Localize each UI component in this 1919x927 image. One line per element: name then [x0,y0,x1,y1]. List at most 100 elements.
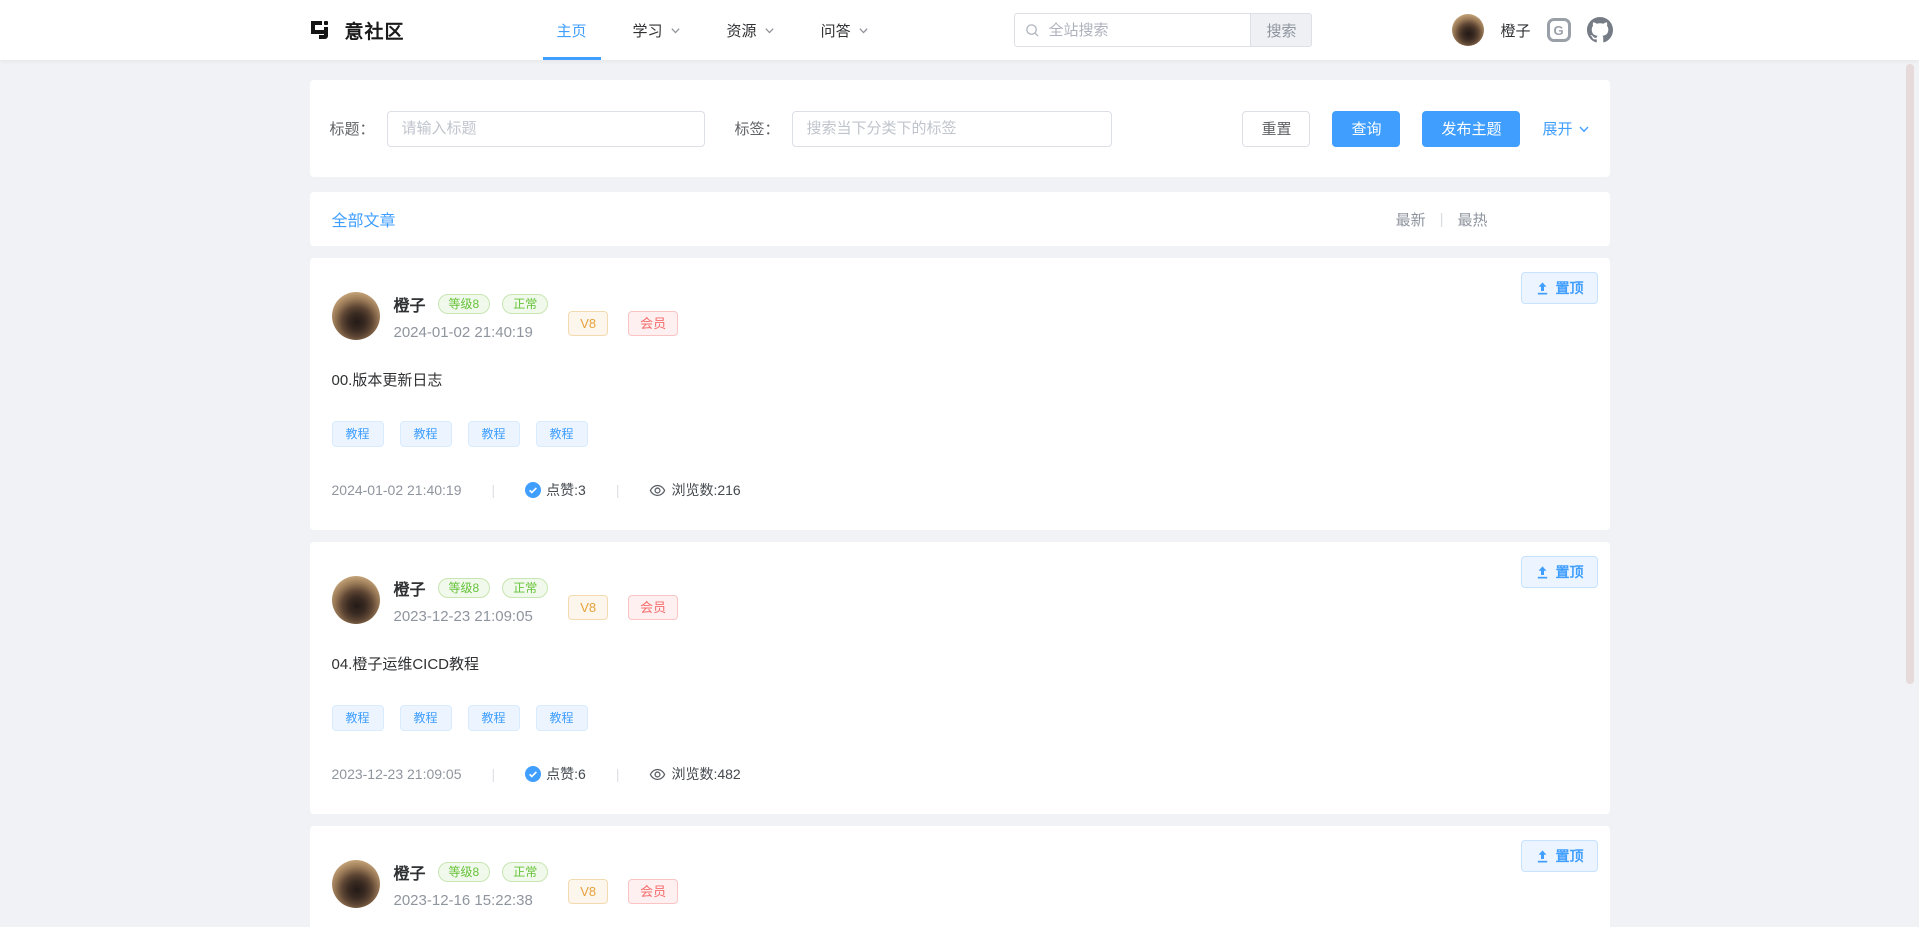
member-badge: 会员 [628,311,678,336]
pin-up-icon [1535,565,1550,580]
author-name[interactable]: 橙子 [394,292,426,316]
author-name[interactable]: 橙子 [394,860,426,884]
post-tag[interactable]: 教程 [536,421,588,447]
title-filter-label: 标题： [330,118,375,139]
status-badge: 正常 [502,294,548,314]
pin-button-label: 置顶 [1556,278,1584,298]
filter-bar: 标题： 标签： 重置 查询 发布主题 展开 [310,80,1610,177]
main-nav: 主页 学习 资源 问答 [557,0,869,60]
search-icon [1025,23,1040,38]
pin-button-label: 置顶 [1556,562,1584,582]
expand-toggle[interactable]: 展开 [1542,118,1589,139]
search-input[interactable] [1048,22,1240,39]
eye-icon [649,766,666,783]
nav-item-home[interactable]: 主页 [557,0,587,60]
pin-up-icon [1535,281,1550,296]
check-circle-icon [525,482,541,498]
pin-button-label: 置顶 [1556,846,1584,866]
divider: | [492,482,496,498]
post-tag[interactable]: 教程 [468,421,520,447]
eye-icon [649,482,666,499]
pin-button[interactable]: 置顶 [1521,272,1598,304]
top-header: 意社区 主页 学习 资源 问答 [0,0,1919,60]
tag-filter-label: 标签： [735,118,780,139]
level-badge: 等级8 [438,294,491,314]
divider: | [616,482,620,498]
github-icon[interactable] [1587,17,1613,43]
post-tag[interactable]: 教程 [332,421,384,447]
sort-hottest[interactable]: 最热 [1457,209,1487,230]
reset-button[interactable]: 重置 [1242,111,1310,147]
author-avatar[interactable] [332,292,380,340]
status-badge: 正常 [502,862,548,882]
expand-label: 展开 [1542,118,1572,139]
post-datetime: 2024-01-02 21:40:19 [394,324,549,341]
post-card: 置顶 橙子 等级8 正常 2024-01-02 21:40:19 V8 会员 0… [310,258,1610,530]
list-header: 全部文章 最新 | 最热 [310,192,1610,246]
footer-datetime: 2023-12-23 21:09:05 [332,766,462,782]
likes-stat: 点赞:6 [525,764,586,784]
nav-item-learn-label: 学习 [633,20,663,41]
vip-badge: V8 [568,879,608,904]
vip-badge: V8 [568,595,608,620]
chevron-down-icon [858,25,869,36]
nav-item-resources[interactable]: 资源 [727,0,775,60]
post-title[interactable]: 04.橙子运维CICD教程 [332,653,1588,674]
member-badge: 会员 [628,879,678,904]
post-tag[interactable]: 教程 [536,705,588,731]
views-stat: 浏览数:482 [649,764,740,784]
post-title[interactable]: 00.版本更新日志 [332,369,1588,390]
pin-button[interactable]: 置顶 [1521,556,1598,588]
sort-newest[interactable]: 最新 [1396,209,1426,230]
status-badge: 正常 [502,578,548,598]
nav-item-qa-label: 问答 [821,20,851,41]
chevron-down-icon [670,25,681,36]
query-button[interactable]: 查询 [1332,111,1400,147]
post-tag[interactable]: 教程 [400,421,452,447]
check-circle-icon [525,766,541,782]
views-label: 浏览数:216 [671,480,740,500]
author-avatar[interactable] [332,576,380,624]
views-label: 浏览数:482 [671,764,740,784]
publish-topic-button[interactable]: 发布主题 [1422,111,1520,147]
site-title: 意社区 [345,17,405,44]
pin-button[interactable]: 置顶 [1521,840,1598,872]
post-datetime: 2023-12-23 21:09:05 [394,608,549,625]
post-tag[interactable]: 教程 [468,705,520,731]
site-logo[interactable]: 意社区 [307,17,405,44]
post-card: 置顶 橙子 等级8 正常 2023-12-23 21:09:05 V8 会员 0… [310,542,1610,814]
post-tag[interactable]: 教程 [332,705,384,731]
post-tag[interactable]: 教程 [400,705,452,731]
username[interactable]: 橙子 [1500,20,1530,41]
post-card: 置顶 橙子 等级8 正常 2023-12-16 15:22:38 V8 会员 [310,826,1610,927]
tag-filter-input[interactable] [792,111,1112,147]
author-avatar[interactable] [332,860,380,908]
site-search: 搜索 [1014,13,1312,47]
title-filter-input[interactable] [387,111,705,147]
post-datetime: 2023-12-16 15:22:38 [394,892,549,909]
tab-all-articles[interactable]: 全部文章 [332,207,396,231]
search-button[interactable]: 搜索 [1250,13,1312,47]
scrollbar-thumb[interactable] [1906,64,1914,684]
vip-badge: V8 [568,311,608,336]
level-badge: 等级8 [438,578,491,598]
nav-item-learn[interactable]: 学习 [633,0,681,60]
author-name[interactable]: 橙子 [394,576,426,600]
divider: | [492,766,496,782]
nav-item-resources-label: 资源 [727,20,757,41]
likes-label: 点赞:3 [546,480,586,500]
user-avatar[interactable] [1452,14,1484,46]
views-stat: 浏览数:216 [649,480,740,500]
chevron-down-icon [764,25,775,36]
member-badge: 会员 [628,595,678,620]
user-area: 橙子 G [1452,14,1612,46]
gitee-icon[interactable]: G [1547,18,1571,42]
nav-item-qa[interactable]: 问答 [821,0,869,60]
nav-item-home-label: 主页 [557,20,587,41]
level-badge: 等级8 [438,862,491,882]
sort-divider: | [1440,211,1444,228]
footer-datetime: 2024-01-02 21:40:19 [332,482,462,498]
site-logo-icon [307,17,333,43]
divider: | [616,766,620,782]
likes-stat: 点赞:3 [525,480,586,500]
